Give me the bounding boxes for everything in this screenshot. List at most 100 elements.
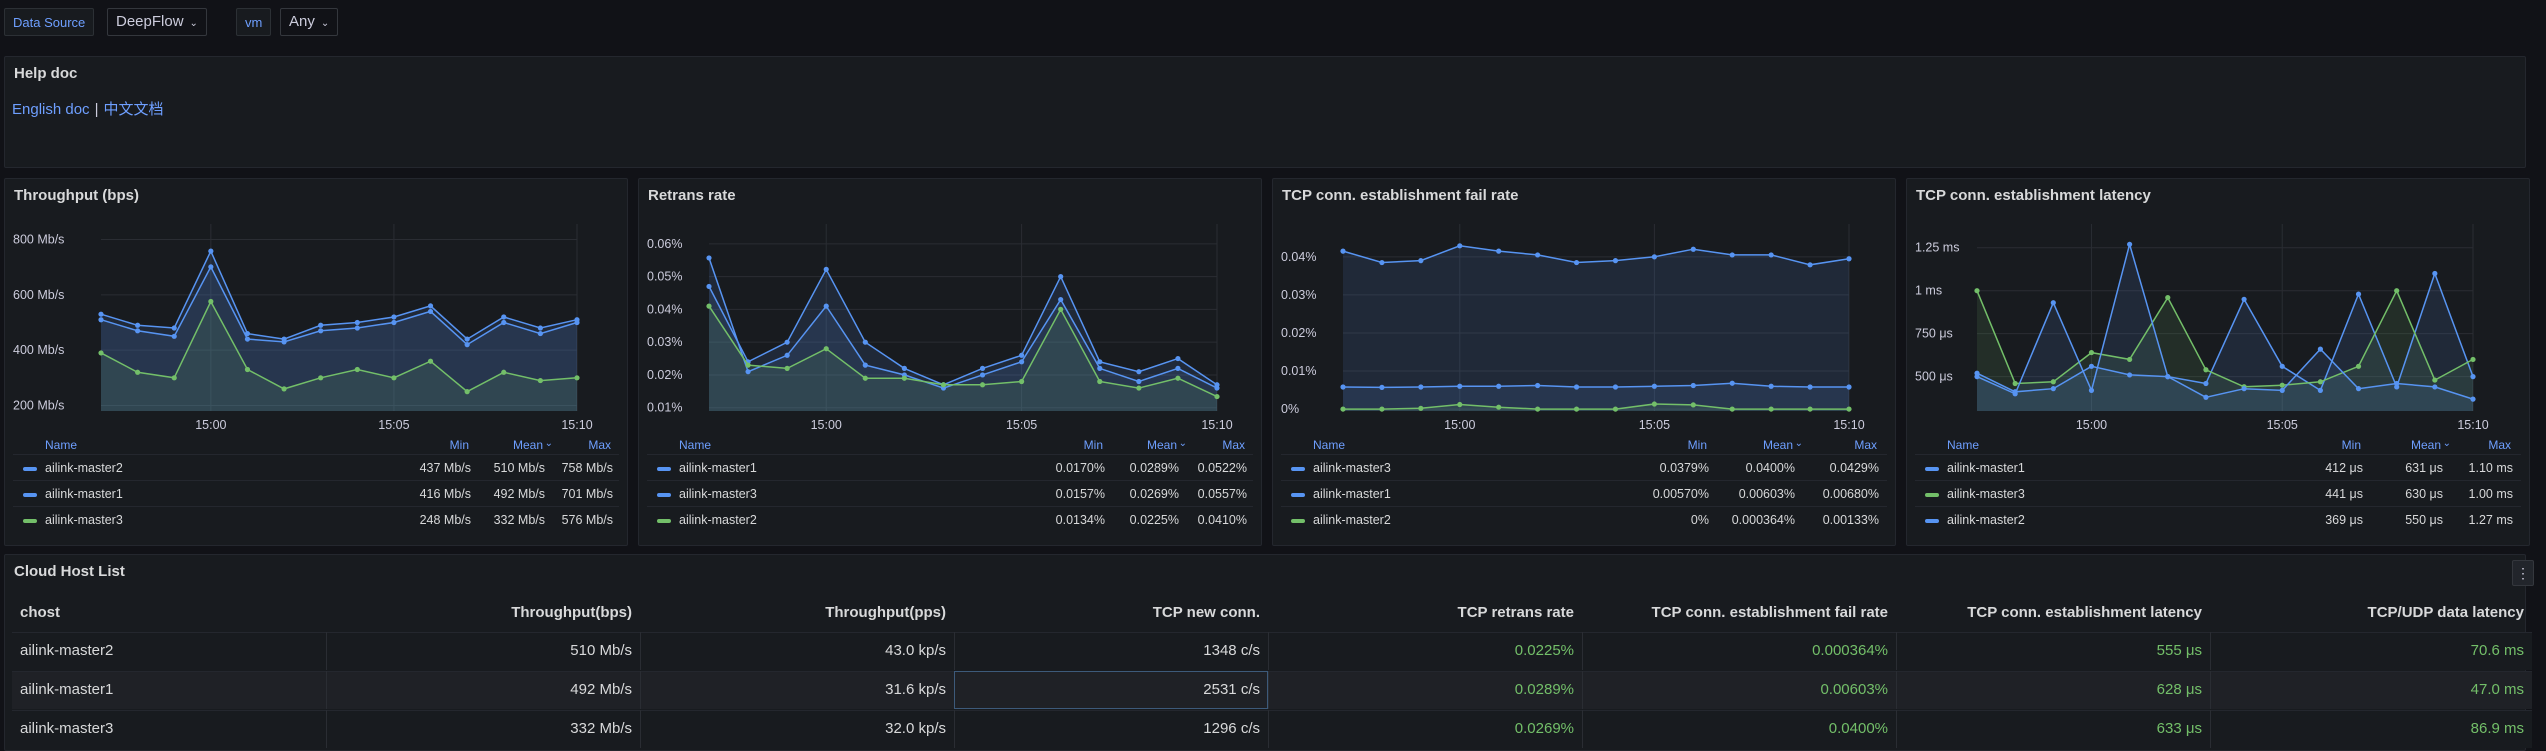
data-point xyxy=(391,319,397,326)
legend-row[interactable]: ailink-master3 248 Mb/s 332 Mb/s 576 Mb/s xyxy=(13,506,619,532)
data-point xyxy=(2317,346,2323,352)
legend-header-max[interactable]: Max xyxy=(588,438,611,452)
legend-header-mean[interactable]: Mean ⌄ xyxy=(2411,438,2451,452)
sort-desc-icon: ⌄ xyxy=(2442,438,2451,449)
help-doc-panel: Help doc xyxy=(4,56,2526,168)
legend-min: 0.00570% xyxy=(1652,487,1709,501)
data-point xyxy=(1058,306,1064,312)
data-point xyxy=(2279,363,2285,369)
series-color-swatch xyxy=(1291,493,1305,497)
column-header-5[interactable]: TCP conn. establishment fail rate xyxy=(1582,594,1888,632)
column-header-6[interactable]: TCP conn. establishment latency xyxy=(1896,594,2202,632)
data-point xyxy=(1807,262,1813,268)
data-point xyxy=(1457,383,1463,389)
legend-header-min[interactable]: Min xyxy=(2342,438,2361,452)
data-point xyxy=(2165,294,2171,301)
y-tick-label: 0.04% xyxy=(1281,250,1316,264)
legend-series-name: ailink-master3 xyxy=(679,487,757,501)
table-cell-6: 628 μs xyxy=(1896,671,2210,709)
data-point xyxy=(823,266,829,272)
legend-min: 437 Mb/s xyxy=(419,461,471,475)
data-point xyxy=(1496,383,1502,389)
data-point xyxy=(1768,252,1774,258)
legend-mean: 0.0269% xyxy=(1129,487,1179,501)
data-point xyxy=(1175,365,1181,371)
table-cell-4: 0.0269% xyxy=(1268,710,1582,748)
data-point xyxy=(1729,252,1735,258)
data-point xyxy=(979,365,986,371)
data-point xyxy=(1535,382,1541,389)
vm-select[interactable]: Any ⌄ xyxy=(280,8,339,36)
legend-min: 416 Mb/s xyxy=(419,487,471,501)
table-cell-5: 0.000364% xyxy=(1582,632,1896,670)
y-tick-label: 200 Mb/s xyxy=(13,398,64,412)
legend-max: 0.0557% xyxy=(1197,487,1247,501)
data-point xyxy=(427,308,434,315)
legend-header-min[interactable]: Min xyxy=(450,438,469,452)
legend-header-max[interactable]: Max xyxy=(2488,438,2511,452)
chinese-doc-link[interactable]: 中文文档 xyxy=(103,101,163,118)
legend-row[interactable]: ailink-master1 416 Mb/s 492 Mb/s 701 Mb/s xyxy=(13,480,619,506)
legend-row[interactable]: ailink-master2 369 μs 550 μs 1.27 ms xyxy=(1915,506,2521,532)
data-point xyxy=(2279,387,2285,393)
column-header-1[interactable]: Throughput(bps) xyxy=(326,594,632,632)
legend-mean: 0.0400% xyxy=(1745,461,1795,475)
legend-header-max[interactable]: Max xyxy=(1222,438,1245,452)
legend-row[interactable]: ailink-master1 0.00570% 0.00603% 0.00680% xyxy=(1281,480,1887,506)
data-point xyxy=(1807,406,1813,412)
data-point xyxy=(171,325,177,331)
data-point xyxy=(901,375,907,381)
data-point xyxy=(1340,248,1346,254)
datasource-select[interactable]: DeepFlow ⌄ xyxy=(107,8,207,36)
legend-row[interactable]: ailink-master2 0.0134% 0.0225% 0.0410% xyxy=(647,506,1253,532)
legend-row[interactable]: ailink-master3 441 μs 630 μs 1.00 ms xyxy=(1915,480,2521,506)
y-tick-label: 0.02% xyxy=(647,368,682,382)
data-point xyxy=(1340,384,1346,390)
column-header-4[interactable]: TCP retrans rate xyxy=(1268,594,1574,632)
legend-header-min[interactable]: Min xyxy=(1688,438,1707,452)
data-point xyxy=(171,333,177,339)
data-point xyxy=(1573,259,1580,266)
legend-header-mean[interactable]: Mean ⌄ xyxy=(513,438,553,452)
legend-max: 0.0522% xyxy=(1197,461,1247,475)
legend-header-name: Name xyxy=(45,438,78,452)
legend-series-name: ailink-master3 xyxy=(45,513,123,527)
data-point xyxy=(2470,396,2476,402)
legend-row[interactable]: ailink-master3 0.0379% 0.0400% 0.0429% xyxy=(1281,454,1887,480)
data-point xyxy=(2012,391,2018,397)
english-doc-link[interactable]: English doc xyxy=(12,101,90,118)
series-color-swatch xyxy=(1291,467,1305,471)
legend-row[interactable]: ailink-master1 412 μs 631 μs 1.10 ms xyxy=(1915,454,2521,480)
legend-row[interactable]: ailink-master3 0.0157% 0.0269% 0.0557% xyxy=(647,480,1253,506)
legend-header-max[interactable]: Max xyxy=(1854,438,1877,452)
data-point xyxy=(1457,401,1463,408)
legend-row[interactable]: ailink-master2 437 Mb/s 510 Mb/s 758 Mb/s xyxy=(13,454,619,480)
data-point xyxy=(2127,356,2133,363)
panel-menu-button[interactable]: ⋮ xyxy=(2512,560,2534,586)
column-header-7[interactable]: TCP/UDP data latency xyxy=(2210,594,2524,632)
legend-mean: 630 μs xyxy=(2405,487,2443,501)
table-cell-1: 492 Mb/s xyxy=(326,671,640,709)
help-links: English doc | 中文文档 xyxy=(12,98,163,119)
legend-header-mean[interactable]: Mean ⌄ xyxy=(1763,438,1803,452)
data-point xyxy=(1019,352,1025,358)
legend-header-min[interactable]: Min xyxy=(1084,438,1103,452)
chevron-down-icon: ⌄ xyxy=(320,18,330,29)
legend-mean: 0.000364% xyxy=(1731,513,1795,527)
legend-row[interactable]: ailink-master1 0.0170% 0.0289% 0.0522% xyxy=(647,454,1253,480)
legend-mean: 332 Mb/s xyxy=(493,513,545,527)
legend-row[interactable]: ailink-master2 0% 0.000364% 0.00133% xyxy=(1281,506,1887,532)
column-header-2[interactable]: Throughput(pps) xyxy=(640,594,946,632)
legend-header-mean[interactable]: Mean ⌄ xyxy=(1147,438,1187,452)
data-point xyxy=(1058,296,1064,303)
y-tick-label: 1 ms xyxy=(1915,284,1942,298)
legend-min: 248 Mb/s xyxy=(419,513,471,527)
data-point xyxy=(2088,349,2095,356)
data-point xyxy=(784,365,790,371)
data-point xyxy=(427,358,434,364)
data-point xyxy=(2355,363,2362,369)
column-header-0[interactable]: chost xyxy=(20,594,326,632)
column-header-3[interactable]: TCP new conn. xyxy=(954,594,1260,632)
data-point xyxy=(1573,406,1580,412)
legend-series-name: ailink-master2 xyxy=(679,513,757,527)
